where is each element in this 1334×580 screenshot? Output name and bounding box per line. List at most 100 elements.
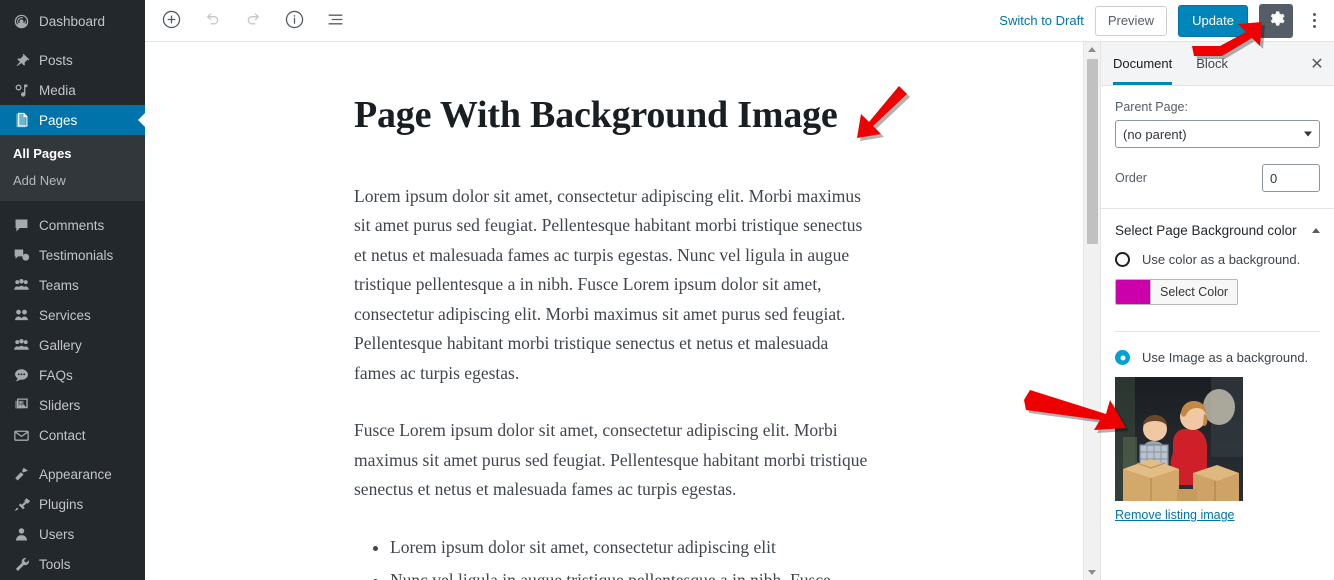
- sidebar-item-services[interactable]: Services: [0, 300, 145, 330]
- info-icon: [284, 9, 305, 33]
- radio-button-use-color[interactable]: [1115, 252, 1130, 267]
- plus-circle-icon: [161, 9, 182, 33]
- list-block[interactable]: Lorem ipsum dolor sit amet, consectetur …: [354, 533, 874, 580]
- users-icon: [11, 524, 31, 544]
- select-color-label: Select Color: [1150, 280, 1237, 304]
- submenu-item-all-pages[interactable]: All Pages: [0, 140, 145, 167]
- background-section-header[interactable]: Select Page Background color: [1101, 209, 1334, 252]
- sidebar-item-teams[interactable]: Teams: [0, 270, 145, 300]
- parent-page-label: Parent Page:: [1115, 100, 1188, 114]
- add-block-button[interactable]: [157, 7, 185, 35]
- order-row: Order: [1115, 164, 1320, 192]
- sidebar-separator: [0, 201, 145, 210]
- editor-toolbar-left: [157, 7, 349, 35]
- color-picker-row: Select Color: [1101, 279, 1334, 309]
- sidebar-item-label: Contact: [39, 427, 86, 443]
- tab-block[interactable]: Block: [1196, 42, 1242, 85]
- switch-to-draft-link[interactable]: Switch to Draft: [999, 13, 1084, 28]
- order-input[interactable]: [1262, 164, 1320, 192]
- tools-icon: [11, 554, 31, 574]
- paragraph-block[interactable]: Lorem ipsum dolor sit amet, consectetur …: [354, 182, 874, 389]
- faqs-icon: [11, 365, 31, 385]
- sidebar-item-label: Plugins: [39, 496, 84, 512]
- sidebar-item-testimonials[interactable]: Testimonials: [0, 240, 145, 270]
- chevron-down-icon: [1304, 131, 1312, 137]
- paragraph-block[interactable]: Fusce Lorem ipsum dolor sit amet, consec…: [354, 416, 874, 505]
- list-item[interactable]: Lorem ipsum dolor sit amet, consectetur …: [390, 533, 874, 563]
- pages-submenu: All Pages Add New: [0, 135, 145, 201]
- close-icon[interactable]: ✕: [1302, 42, 1332, 85]
- editor-toolbar: Switch to Draft Preview Update: [145, 0, 1334, 42]
- background-section-title: Select Page Background color: [1115, 223, 1297, 238]
- appearance-icon: [11, 464, 31, 484]
- sidebar-item-comments[interactable]: Comments: [0, 210, 145, 240]
- ellipsis-dot: [1312, 19, 1316, 22]
- submenu-item-add-new[interactable]: Add New: [0, 167, 145, 194]
- settings-sidebar: Document Block ✕ Parent Page: (no parent…: [1100, 42, 1334, 580]
- settings-gear-button[interactable]: [1259, 3, 1293, 38]
- gallery-icon: [11, 335, 31, 355]
- content-scroll-area[interactable]: Page With Background Image Lorem ipsum d…: [145, 42, 1083, 580]
- post-title[interactable]: Page With Background Image: [354, 94, 874, 138]
- sidebar-item-dashboard[interactable]: Dashboard: [0, 6, 145, 36]
- sidebar-item-contact[interactable]: Contact: [0, 420, 145, 450]
- content-scrollbar[interactable]: [1083, 42, 1100, 580]
- media-icon: [11, 80, 31, 100]
- editor-region: Switch to Draft Preview Update Page With…: [145, 0, 1334, 580]
- pages-icon: [11, 110, 31, 130]
- thumbnail-wrapper: Remove listing image: [1101, 377, 1334, 524]
- list-view-button[interactable]: [321, 7, 349, 35]
- sidebar-item-label: Comments: [39, 217, 105, 233]
- sidebar-item-label: Appearance: [39, 466, 112, 482]
- remove-listing-image-link[interactable]: Remove listing image: [1115, 508, 1235, 522]
- parent-page-value: (no parent): [1123, 126, 1187, 142]
- sidebar-item-appearance[interactable]: Appearance: [0, 459, 145, 489]
- more-options-button[interactable]: [1304, 6, 1324, 36]
- admin-sidebar: Dashboard Posts Media Pages All Pages Ad…: [0, 0, 145, 580]
- sidebar-separator: [0, 450, 145, 459]
- update-button[interactable]: Update: [1178, 4, 1248, 37]
- redo-icon: [244, 10, 263, 32]
- undo-button[interactable]: [198, 7, 226, 35]
- redo-button[interactable]: [239, 7, 267, 35]
- scroll-up-arrow[interactable]: [1084, 42, 1100, 57]
- background-image-thumbnail[interactable]: [1115, 377, 1243, 501]
- comments-icon: [11, 215, 31, 235]
- sliders-icon: [11, 395, 31, 415]
- services-icon: [11, 305, 31, 325]
- editor-body: Page With Background Image Lorem ipsum d…: [145, 42, 1334, 580]
- sidebar-item-users[interactable]: Users: [0, 519, 145, 549]
- dashboard-icon: [11, 11, 31, 31]
- sidebar-item-faqs[interactable]: FAQs: [0, 360, 145, 390]
- sidebar-item-pages[interactable]: Pages: [0, 105, 145, 135]
- use-image-option[interactable]: Use Image as a background.: [1101, 350, 1334, 365]
- list-view-icon: [326, 10, 345, 32]
- order-label: Order: [1115, 171, 1147, 185]
- sidebar-item-label: FAQs: [39, 367, 73, 383]
- preview-button[interactable]: Preview: [1094, 5, 1168, 36]
- sidebar-item-label: Sliders: [39, 397, 81, 413]
- page-attributes-section: Parent Page: (no parent) Order: [1101, 86, 1334, 209]
- undo-icon: [203, 10, 222, 32]
- sidebar-item-plugins[interactable]: Plugins: [0, 489, 145, 519]
- sidebar-item-gallery[interactable]: Gallery: [0, 330, 145, 360]
- list-item[interactable]: Nunc vel ligula in augue tristique pelle…: [390, 566, 874, 580]
- use-image-label: Use Image as a background.: [1142, 350, 1309, 365]
- scroll-down-arrow[interactable]: [1084, 565, 1100, 580]
- testimonials-icon: [11, 245, 31, 265]
- radio-button-use-image[interactable]: [1115, 350, 1130, 365]
- editor-toolbar-right: Switch to Draft Preview Update: [999, 3, 1324, 38]
- scroll-thumb[interactable]: [1087, 59, 1098, 244]
- select-color-button[interactable]: Select Color: [1115, 279, 1239, 305]
- sidebar-item-label: Dashboard: [39, 13, 106, 29]
- content-info-button[interactable]: [280, 7, 308, 35]
- use-color-label: Use color as a background.: [1142, 252, 1301, 267]
- sidebar-item-label: Testimonials: [39, 247, 114, 263]
- sidebar-item-media[interactable]: Media: [0, 75, 145, 105]
- tab-document[interactable]: Document: [1113, 42, 1186, 85]
- sidebar-item-posts[interactable]: Posts: [0, 45, 145, 75]
- use-color-option[interactable]: Use color as a background.: [1101, 252, 1334, 267]
- parent-page-select[interactable]: (no parent): [1115, 120, 1320, 148]
- sidebar-item-tools[interactable]: Tools: [0, 549, 145, 579]
- sidebar-item-sliders[interactable]: Sliders: [0, 390, 145, 420]
